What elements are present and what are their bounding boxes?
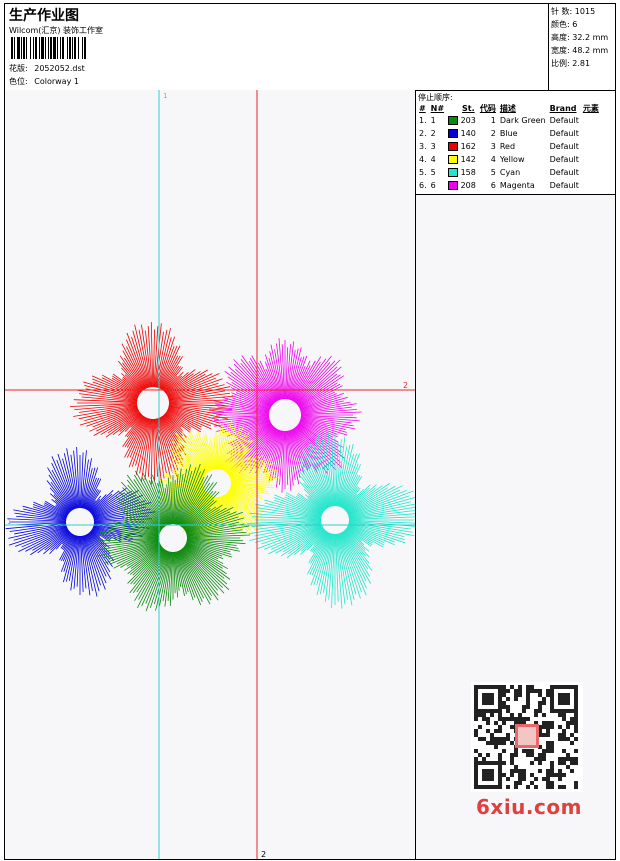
legend-brand: Default: [549, 142, 579, 151]
legend-number: 3: [430, 142, 436, 151]
design-canvas: 1 2 1 2: [5, 90, 416, 859]
legend-index: 5.: [419, 168, 427, 177]
col-description: 描述: [499, 103, 516, 113]
design-file-value: 2052052.dst: [34, 64, 85, 73]
legend-code: 6: [490, 181, 496, 190]
flower-blue: [5, 447, 156, 597]
legend-index: 3.: [419, 142, 427, 151]
legend-description: Red: [499, 142, 516, 151]
legend-brand: Default: [549, 168, 579, 177]
legend-element: [581, 179, 601, 192]
legend-row: 1. 1 203 1 Dark Green Default: [417, 114, 601, 127]
legend-number: 5: [430, 168, 436, 177]
legend-code: 3: [490, 142, 496, 151]
stats-panel: 针 数: 1015 颜色: 6 高度: 32.2 mm 宽度: 48.2 mm …: [548, 4, 616, 90]
legend-swatch: 162: [446, 140, 478, 153]
col-element: 元素: [582, 103, 599, 113]
legend-table: # N# St. 代码 描述 Brand 元素 1. 1 203 1 Dark Gre…: [417, 102, 601, 192]
guide-label-h2: 2: [403, 381, 408, 390]
legend-swatch: 158: [446, 166, 478, 179]
legend-code: 2: [490, 129, 496, 138]
legend-code: 4: [490, 155, 496, 164]
legend-number: 6: [430, 181, 436, 190]
flower-green: [96, 463, 251, 612]
legend-stitch-count: 162: [458, 142, 476, 151]
legend-index: 1.: [419, 116, 427, 125]
legend-description: Dark Green: [499, 116, 546, 125]
flower-cyan: [247, 430, 415, 609]
color-swatch: [448, 116, 459, 125]
watermark-text: 6xiu.com: [476, 795, 582, 819]
studio-name: Wilcom(汇京) 装饰工作室: [9, 26, 104, 35]
color-swatch: [448, 168, 459, 177]
legend-swatch: 140: [446, 127, 478, 140]
legend-index: 4.: [419, 155, 427, 164]
legend-swatch: 203: [446, 114, 478, 127]
sheet-header: 生产作业图 Wilcom(汇京) 装饰工作室 花版: 2052052.dst 色…: [5, 4, 615, 91]
stat-colors: 颜色: 6: [551, 20, 578, 29]
qr-code-image: [471, 682, 583, 792]
legend-element: [581, 114, 601, 127]
legend-stitch-count: 140: [458, 129, 476, 138]
stat-stitches: 针 数: 1015: [551, 7, 596, 16]
guide-label-v1: 1: [163, 92, 167, 100]
legend-element: [581, 153, 601, 166]
colorway-label: 色位:: [9, 77, 28, 86]
colorway-row: 色位: Colorway 1: [9, 76, 79, 87]
legend-description: Blue: [499, 129, 518, 138]
legend-stitch-count: 142: [458, 155, 476, 164]
stat-scale: 比例: 2.81: [551, 59, 591, 68]
color-swatch: [448, 181, 459, 190]
col-number: N#: [430, 103, 445, 113]
col-brand: Brand: [549, 103, 577, 113]
legend-row: 2. 2 140 2 Blue Default: [417, 127, 601, 140]
legend-element: [581, 140, 601, 153]
legend-stitch-count: 208: [458, 181, 476, 190]
guide-label-h1: 1: [7, 518, 11, 526]
guide-label-v2: 2: [261, 850, 266, 859]
col-index: #: [419, 103, 426, 113]
legend-brand: Default: [549, 181, 579, 190]
info-pane: 6xiu.com: [416, 195, 615, 859]
col-code: 代码: [479, 103, 496, 113]
legend-code: 1: [490, 116, 496, 125]
legend-brand: Default: [549, 155, 579, 164]
stop-sequence-legend: 停止顺序: # N# St. 代码 描述 Brand 元素 1. 1 203 1 Da…: [416, 90, 615, 195]
legend-swatch: 208: [446, 179, 478, 192]
legend-row: 6. 6 208 6 Magenta Default: [417, 179, 601, 192]
legend-row: 4. 4 142 4 Yellow Default: [417, 153, 601, 166]
legend-number: 1: [430, 116, 436, 125]
legend-description: Cyan: [499, 168, 521, 177]
colorway-value: Colorway 1: [34, 77, 79, 86]
color-swatch: [448, 155, 459, 164]
legend-number: 4: [430, 155, 436, 164]
production-sheet: 生产作业图 Wilcom(汇京) 装饰工作室 花版: 2052052.dst 色…: [4, 3, 616, 860]
sheet-title: 生产作业图: [9, 8, 79, 24]
design-file-label: 花版:: [9, 64, 28, 73]
legend-number: 2: [430, 129, 436, 138]
legend-description: Magenta: [499, 181, 535, 190]
legend-description: Yellow: [499, 155, 525, 164]
legend-code: 5: [490, 168, 496, 177]
legend-index: 2.: [419, 129, 427, 138]
legend-row: 3. 3 162 3 Red Default: [417, 140, 601, 153]
col-stitches: St.: [462, 103, 475, 113]
barcode-image: [11, 37, 86, 59]
stat-width: 宽度: 48.2 mm: [551, 46, 609, 55]
legend-index: 6.: [419, 181, 427, 190]
legend-element: [581, 166, 601, 179]
legend-element: [581, 127, 601, 140]
legend-stitch-count: 203: [458, 116, 476, 125]
color-swatch: [448, 142, 459, 151]
embroidery-design: 1 2 1 2: [5, 90, 415, 859]
legend-swatch: 142: [446, 153, 478, 166]
color-swatch: [448, 129, 459, 138]
stat-height: 高度: 32.2 mm: [551, 33, 609, 42]
legend-brand: Default: [549, 116, 579, 125]
legend-brand: Default: [549, 129, 579, 138]
legend-stitch-count: 158: [458, 168, 476, 177]
legend-row: 5. 5 158 5 Cyan Default: [417, 166, 601, 179]
legend-header-row: # N# St. 代码 描述 Brand 元素: [417, 102, 601, 114]
design-file-row: 花版: 2052052.dst: [9, 63, 85, 74]
